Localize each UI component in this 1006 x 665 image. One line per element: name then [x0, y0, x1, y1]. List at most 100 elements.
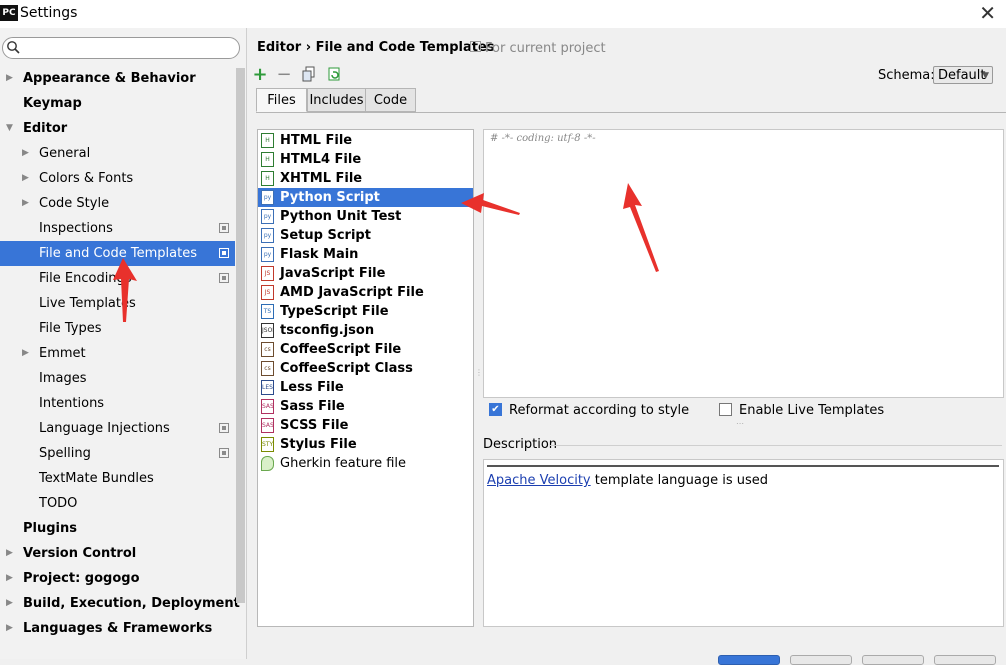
chevron-right-icon[interactable]: ▶ [6, 591, 13, 616]
reformat-label[interactable]: Reformat according to style [509, 403, 689, 419]
sidebar-item[interactable]: ▶ Project: gogogo [0, 566, 235, 591]
remove-template-button[interactable]: − [275, 66, 293, 84]
live-templates-label[interactable]: Enable Live Templates [739, 403, 884, 419]
template-list-item[interactable]: H XHTML File [258, 169, 473, 188]
template-name: SCSS File [280, 418, 349, 433]
chevron-right-icon[interactable]: ▶ [6, 616, 13, 641]
sidebar-item-label: Appearance & Behavior [23, 71, 196, 86]
template-list-item[interactable]: H HTML File [258, 131, 473, 150]
close-button[interactable]: ✕ [979, 2, 996, 24]
chevron-right-icon[interactable]: ▶ [22, 191, 29, 216]
template-name: Less File [280, 380, 344, 395]
template-list-item[interactable]: py Flask Main [258, 245, 473, 264]
template-list-item[interactable]: py Python Unit Test [258, 207, 473, 226]
template-list-item[interactable]: cs CoffeeScript Class [258, 359, 473, 378]
tab-files[interactable]: Files [256, 88, 307, 112]
sidebar-item[interactable]: Intentions [0, 391, 235, 416]
cancel-button[interactable] [790, 655, 852, 665]
chevron-right-icon[interactable]: ▶ [22, 166, 29, 191]
sidebar-item[interactable]: Spelling [0, 441, 235, 466]
chevron-right-icon[interactable]: ▶ [22, 341, 29, 366]
template-code[interactable]: # -*- coding: utf-8 -*- [490, 133, 596, 144]
apache-velocity-link[interactable]: Apache Velocity [487, 473, 591, 488]
template-editor[interactable]: # -*- coding: utf-8 -*- [483, 129, 1004, 398]
template-list-item[interactable]: JS AMD JavaScript File [258, 283, 473, 302]
help-button[interactable] [934, 655, 996, 665]
sidebar-item[interactable]: Inspections [0, 216, 235, 241]
template-list-item[interactable]: JS JavaScript File [258, 264, 473, 283]
template-list-item[interactable]: H HTML4 File [258, 150, 473, 169]
sidebar-item-label: Language Injections [39, 421, 170, 436]
sidebar-item[interactable]: Plugins [0, 516, 235, 541]
sidebar-item[interactable]: File Types [0, 316, 235, 341]
chevron-down-icon[interactable]: ▼ [6, 116, 13, 141]
breadcrumb: Editor › File and Code Templates [257, 40, 495, 55]
template-name: AMD JavaScript File [280, 285, 424, 300]
sidebar-item[interactable]: Keymap [0, 91, 235, 116]
sidebar-item-label: File Encodings [39, 271, 132, 286]
sidebar-item[interactable]: Language Injections [0, 416, 235, 441]
sidebar-item-label: Colors & Fonts [39, 171, 134, 186]
template-file-list: H HTML File H HTML4 File H XHTML File py Python… [257, 129, 474, 627]
sidebar-item[interactable]: ▶ Build, Execution, Deployment [0, 591, 240, 616]
sidebar-item[interactable]: TextMate Bundles [0, 466, 235, 491]
template-list-item[interactable]: py Setup Script [258, 226, 473, 245]
breadcrumb-current: File and Code Templates [315, 40, 495, 55]
tab-includes[interactable]: Includes [307, 88, 366, 112]
template-list-item[interactable]: SASS SCSS File [258, 416, 473, 435]
horizontal-splitter-grip-icon[interactable]: ⋯ [736, 419, 744, 428]
chevron-down-icon: ▼ [982, 71, 989, 81]
copy-template-button[interactable] [300, 66, 318, 84]
chevron-right-icon[interactable]: ▶ [6, 566, 13, 591]
template-list-item[interactable]: STYL Stylus File [258, 435, 473, 454]
sidebar-item[interactable]: ▶ Languages & Frameworks [0, 616, 235, 641]
template-list-item[interactable]: py Python Script [258, 188, 473, 207]
sidebar-item[interactable]: ▶ Appearance & Behavior [0, 66, 235, 91]
chevron-right-icon[interactable]: ▶ [22, 141, 29, 166]
file-type-icon: JSON [261, 323, 274, 338]
sidebar-item-label: Code Style [39, 196, 110, 211]
template-list-item[interactable]: TS TypeScript File [258, 302, 473, 321]
sidebar-item-label: TODO [39, 496, 78, 511]
sidebar-item[interactable]: TODO [0, 491, 235, 516]
project-scope-icon [219, 248, 229, 258]
schema-value: Default [938, 68, 986, 83]
template-list-item[interactable]: Gherkin feature file [258, 454, 473, 473]
schema-dropdown[interactable]: Default ▼ [933, 66, 993, 84]
template-list-item[interactable]: LESS Less File [258, 378, 473, 397]
sidebar-item-label: Inspections [39, 221, 113, 236]
sidebar-item[interactable]: ▶ Version Control [0, 541, 235, 566]
description-divider [550, 445, 1002, 446]
chevron-right-icon[interactable]: ▶ [6, 66, 13, 91]
sidebar-item[interactable]: ▶ Emmet [0, 341, 235, 366]
sidebar-item[interactable]: ▶ Code Style [0, 191, 235, 216]
sidebar-item[interactable]: Images [0, 366, 235, 391]
splitter-grip-icon[interactable]: ⋮ [475, 368, 483, 377]
sidebar-scrollbar[interactable] [236, 68, 245, 603]
add-template-button[interactable]: + [251, 66, 269, 84]
template-name: CoffeeScript File [280, 342, 402, 357]
sidebar-item[interactable]: File Encodings [0, 266, 235, 291]
template-list-item[interactable]: cs CoffeeScript File [258, 340, 473, 359]
project-scope-icon [470, 41, 481, 52]
schema-label: Schema: [878, 68, 935, 83]
sidebar-item[interactable]: Live Templates [0, 291, 235, 316]
tab-code[interactable]: Code [365, 88, 416, 112]
search-input[interactable] [2, 37, 240, 59]
ok-button[interactable] [718, 655, 780, 665]
sidebar-item[interactable]: File and Code Templates [0, 241, 235, 266]
sidebar-item[interactable]: ▼ Editor [0, 116, 235, 141]
sidebar-item-label: Languages & Frameworks [23, 621, 213, 636]
template-list-item[interactable]: JSON tsconfig.json [258, 321, 473, 340]
sidebar-item-label: TextMate Bundles [39, 471, 154, 486]
apply-button[interactable] [862, 655, 924, 665]
checkbox-checked-icon[interactable]: ✔ [489, 403, 502, 416]
chevron-right-icon[interactable]: ▶ [6, 541, 13, 566]
reset-template-button[interactable] [325, 66, 343, 84]
sidebar-item[interactable]: ▶ General [0, 141, 235, 166]
file-type-icon: py [261, 228, 274, 243]
file-type-icon: H [261, 152, 274, 167]
template-list-item[interactable]: SASS Sass File [258, 397, 473, 416]
sidebar-item[interactable]: ▶ Colors & Fonts [0, 166, 235, 191]
checkbox-unchecked-icon[interactable] [719, 403, 732, 416]
